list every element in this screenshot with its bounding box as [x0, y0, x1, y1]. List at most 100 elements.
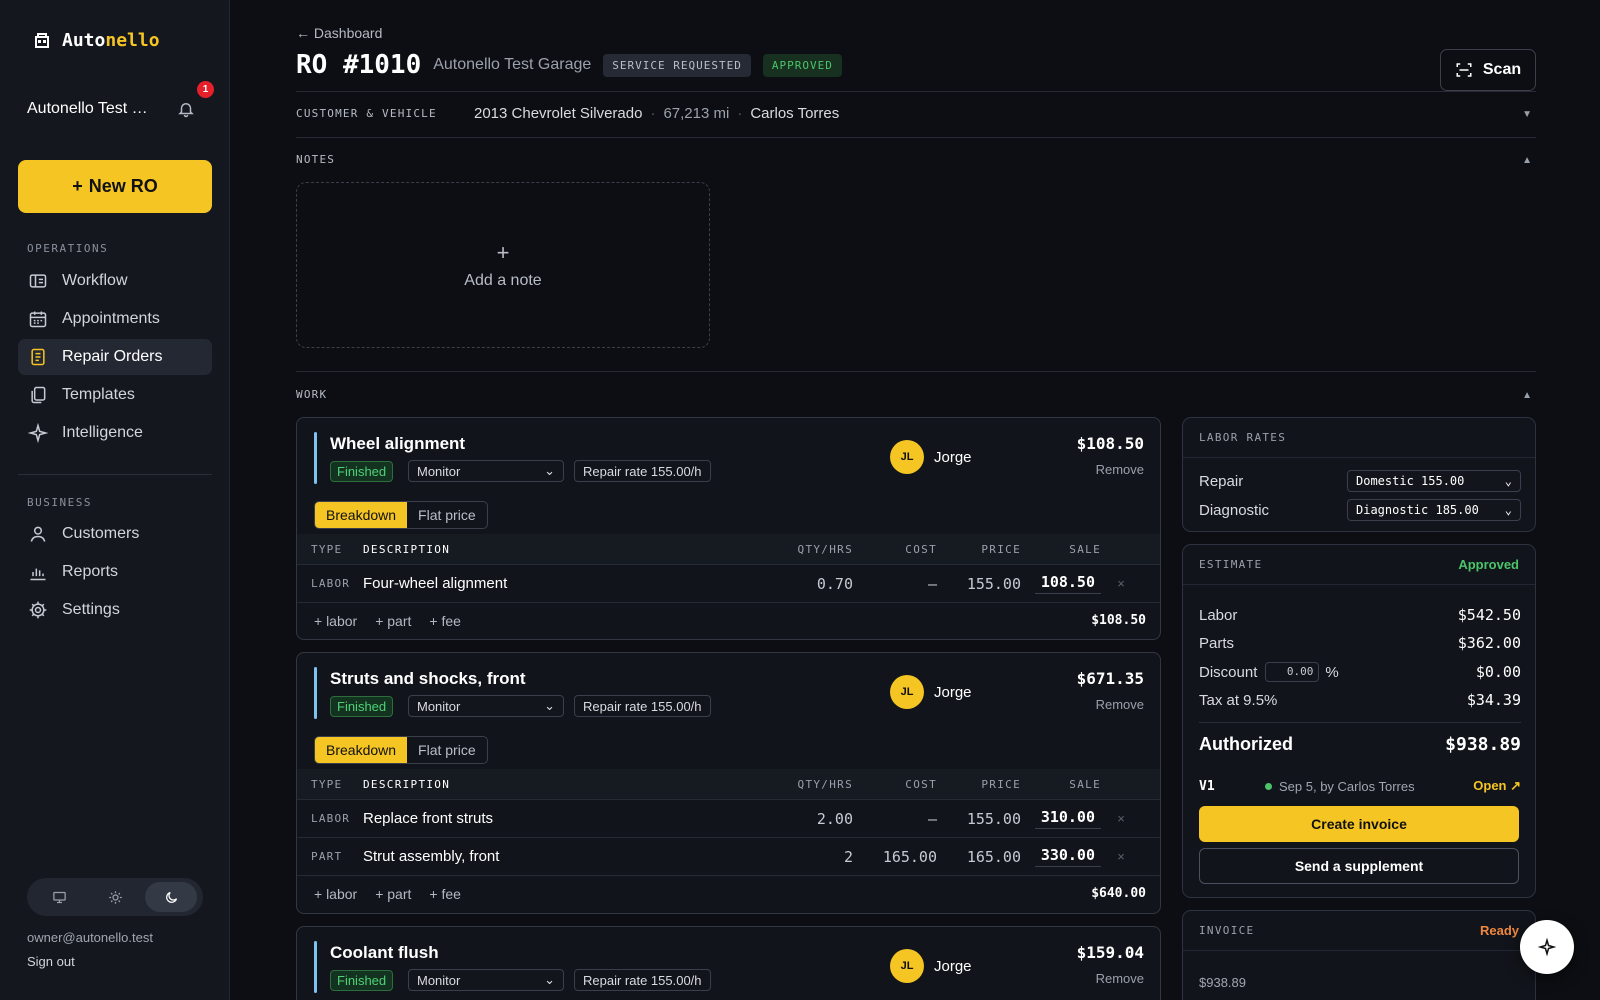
flat-price-option[interactable]: Flat price: [407, 737, 487, 763]
discount-input[interactable]: 0.00: [1265, 662, 1320, 682]
sidebar-item-customers[interactable]: Customers: [18, 516, 212, 552]
sun-icon[interactable]: [89, 882, 141, 912]
monitor-icon[interactable]: [33, 882, 85, 912]
diagnostic-rate-label: Diagnostic: [1199, 501, 1270, 519]
add-fee-button[interactable]: + fee: [429, 613, 461, 629]
repair-rate-select[interactable]: Domestic 155.00 ⌄: [1347, 470, 1521, 492]
notification-count-badge: 1: [197, 81, 214, 98]
add-part-button[interactable]: + part: [375, 613, 411, 629]
sign-out-link[interactable]: Sign out: [27, 954, 75, 969]
assistant-fab[interactable]: [1520, 920, 1574, 974]
monitor-select[interactable]: Monitor ⌄: [408, 460, 564, 482]
job-status-badge[interactable]: Finished: [330, 461, 394, 482]
technician[interactable]: JL Jorge: [890, 949, 972, 983]
sidebar-item-templates[interactable]: Templates: [18, 377, 212, 413]
technician-name: Jorge: [934, 448, 972, 466]
monitor-select[interactable]: Monitor ⌄: [408, 969, 564, 991]
customer-vehicle-summary[interactable]: 2013 Chevrolet Silverado · 67,213 mi · C…: [474, 105, 839, 122]
breakdown-option[interactable]: Breakdown: [315, 737, 408, 763]
app-logo[interactable]: Autonello: [32, 30, 160, 51]
technician[interactable]: JL Jorge: [890, 440, 972, 474]
column-sale: SALE: [1069, 777, 1101, 791]
sidebar-item-intelligence[interactable]: Intelligence: [18, 415, 212, 451]
job-title[interactable]: Coolant flush: [330, 943, 439, 963]
discount-total: $0.00: [1475, 663, 1521, 681]
job-status-badge[interactable]: Finished: [330, 970, 394, 991]
diagnostic-rate-row: Diagnostic Diagnostic 185.00 ⌄: [1199, 499, 1521, 521]
sidebar-item-label: Intelligence: [62, 424, 143, 441]
line-price[interactable]: 155.00: [937, 575, 1021, 593]
sidebar-item-workflow[interactable]: Workflow: [18, 263, 212, 299]
column-type: TYPE: [311, 542, 343, 556]
remove-job-button[interactable]: Remove: [1096, 697, 1144, 712]
chevron-down-icon[interactable]: ▼: [1522, 109, 1532, 120]
sidebar-item-appointments[interactable]: Appointments: [18, 301, 212, 337]
delete-line-icon[interactable]: ×: [1101, 576, 1141, 591]
line-sale-input[interactable]: 330.00: [1034, 846, 1101, 867]
remove-job-button[interactable]: Remove: [1096, 462, 1144, 477]
chevron-up-icon[interactable]: ▲: [1522, 155, 1532, 166]
repair-rate-badge[interactable]: Repair rate 155.00/h: [574, 969, 711, 991]
delete-line-icon[interactable]: ×: [1101, 811, 1141, 826]
line-cost[interactable]: —: [853, 810, 937, 828]
new-ro-button[interactable]: + New RO: [18, 160, 212, 213]
line-sale-input[interactable]: 310.00: [1034, 808, 1101, 829]
job-title[interactable]: Struts and shocks, front: [330, 669, 526, 689]
theme-toggle[interactable]: [27, 878, 203, 916]
line-price[interactable]: 155.00: [937, 810, 1021, 828]
line-description[interactable]: Replace front struts: [363, 810, 773, 827]
table-row[interactable]: LABOR Replace front struts 2.00 — 155.00…: [297, 799, 1160, 837]
plus-icon: +: [496, 240, 510, 265]
line-sale-input[interactable]: 108.50: [1034, 573, 1101, 594]
customer-vehicle-label: CUSTOMER & VEHICLE: [296, 107, 437, 120]
remove-job-button[interactable]: Remove: [1096, 971, 1144, 986]
send-supplement-button[interactable]: Send a supplement: [1199, 848, 1519, 884]
back-to-dashboard-link[interactable]: ← Dashboard: [296, 25, 382, 41]
moon-icon[interactable]: [145, 882, 197, 912]
line-qty[interactable]: 0.70: [773, 575, 853, 593]
line-qty[interactable]: 2.00: [773, 810, 853, 828]
monitor-select[interactable]: Monitor ⌄: [408, 695, 564, 717]
add-labor-button[interactable]: + labor: [314, 886, 357, 902]
repair-rate-badge[interactable]: Repair rate 155.00/h: [574, 460, 711, 482]
chevron-down-icon: ⌄: [544, 972, 555, 987]
line-description[interactable]: Strut assembly, front: [363, 848, 773, 865]
add-note-button[interactable]: + Add a note: [296, 182, 710, 348]
line-description[interactable]: Four-wheel alignment: [363, 575, 773, 592]
scan-button[interactable]: Scan: [1440, 49, 1536, 91]
estimate-title: ESTIMATE: [1199, 558, 1263, 571]
breakdown-option[interactable]: Breakdown: [315, 502, 408, 528]
flat-price-option[interactable]: Flat price: [407, 502, 487, 528]
technician[interactable]: JL Jorge: [890, 675, 972, 709]
sidebar-item-reports[interactable]: Reports: [18, 554, 212, 590]
add-labor-button[interactable]: + labor: [314, 613, 357, 629]
add-part-button[interactable]: + part: [375, 886, 411, 902]
invoice-panel: INVOICE Ready $938.89: [1182, 910, 1536, 1000]
pricing-mode-toggle[interactable]: Breakdown Flat price: [314, 736, 488, 764]
sidebar-item-settings[interactable]: Settings: [18, 592, 212, 628]
pricing-mode-toggle[interactable]: Breakdown Flat price: [314, 501, 488, 529]
job-status-badge[interactable]: Finished: [330, 696, 394, 717]
diagnostic-rate-select[interactable]: Diagnostic 185.00 ⌄: [1347, 499, 1521, 521]
delete-line-icon[interactable]: ×: [1101, 849, 1141, 864]
column-qty: QTY/HRS: [797, 542, 853, 556]
notifications-bell[interactable]: 1: [175, 81, 214, 120]
line-cost[interactable]: —: [853, 575, 937, 593]
add-fee-button[interactable]: + fee: [429, 886, 461, 902]
line-qty[interactable]: 2: [773, 848, 853, 866]
repair-rate-badge[interactable]: Repair rate 155.00/h: [574, 695, 711, 717]
sidebar-item-label: Templates: [62, 386, 135, 403]
create-invoice-button[interactable]: Create invoice: [1199, 806, 1519, 842]
job-title[interactable]: Wheel alignment: [330, 434, 465, 454]
notes-label: NOTES: [296, 153, 336, 166]
sidebar-item-repair-orders[interactable]: Repair Orders: [18, 339, 212, 375]
chevron-up-icon[interactable]: ▲: [1522, 390, 1532, 401]
line-cost[interactable]: 165.00: [853, 848, 937, 866]
line-price[interactable]: 165.00: [937, 848, 1021, 866]
column-cost: COST: [905, 542, 937, 556]
table-row[interactable]: PART Strut assembly, front 2 165.00 165.…: [297, 837, 1160, 875]
table-row[interactable]: LABOR Four-wheel alignment 0.70 — 155.00…: [297, 564, 1160, 602]
bell-icon: [178, 103, 194, 118]
open-version-link[interactable]: Open ↗: [1473, 778, 1521, 794]
garage-switcher[interactable]: Autonello Test G... 1: [27, 81, 214, 120]
